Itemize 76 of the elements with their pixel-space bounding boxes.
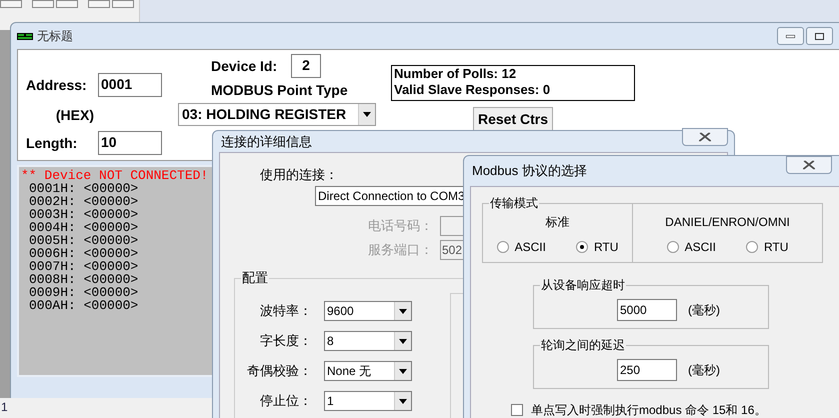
toolbar-button[interactable] bbox=[56, 0, 78, 8]
group-title: 传输模式 bbox=[489, 195, 539, 211]
register-row-text: 0001H: <00000> bbox=[29, 182, 140, 195]
device-id-label: Device Id: bbox=[211, 56, 278, 76]
dropdown-field[interactable]: None 无 bbox=[324, 361, 412, 381]
register-row-text: 0002H: <00000> bbox=[29, 195, 140, 208]
register-row-text: 0008H: <00000> bbox=[29, 273, 140, 286]
maximize-button[interactable] bbox=[806, 27, 833, 45]
connection-label: 使用的连接： bbox=[260, 166, 338, 184]
delay-field[interactable]: 250 bbox=[617, 359, 677, 381]
close-button[interactable] bbox=[682, 128, 728, 146]
dropdown-field[interactable]: 1 bbox=[324, 391, 412, 411]
device-id-field[interactable]: 2 bbox=[291, 54, 321, 78]
radio-button[interactable]: ASCII bbox=[496, 238, 546, 256]
toolbar-button[interactable] bbox=[112, 0, 134, 8]
caret-icon bbox=[399, 368, 407, 374]
dialog-title: Modbus 协议的选择 bbox=[472, 162, 587, 180]
register-row-text: 0003H: <00000> bbox=[29, 208, 140, 221]
point-type-label: MODBUS Point Type bbox=[211, 81, 349, 100]
status-text: 1 bbox=[1, 400, 8, 414]
app-icon bbox=[17, 32, 33, 40]
toolbar-button[interactable] bbox=[32, 0, 54, 8]
hex-label: (HEX) bbox=[56, 108, 94, 122]
toolbar-button[interactable] bbox=[88, 0, 110, 8]
minimize-icon bbox=[786, 34, 795, 38]
dropdown-field[interactable]: 9600 bbox=[324, 301, 412, 321]
restore-icon bbox=[815, 32, 824, 40]
close-icon bbox=[803, 160, 815, 170]
timeout-field[interactable]: 5000 bbox=[617, 299, 677, 321]
address-label: Address: bbox=[26, 76, 88, 95]
register-row-text: 0009H: <00000> bbox=[29, 286, 140, 299]
register-row-text: 0006H: <00000> bbox=[29, 247, 140, 260]
group-title: 从设备响应超时 bbox=[540, 277, 626, 293]
radio-button[interactable]: RTU bbox=[576, 238, 618, 256]
caret-icon bbox=[363, 112, 371, 117]
caret-icon bbox=[399, 308, 407, 314]
radio-button[interactable]: ASCII bbox=[666, 238, 716, 256]
point-type-dropdown[interactable]: 03: HOLDING REGISTER bbox=[178, 103, 376, 126]
polls-count: Number of Polls: 12 bbox=[394, 66, 518, 82]
radio-button[interactable]: RTU bbox=[746, 238, 788, 256]
unit-label: (毫秒) bbox=[688, 302, 720, 319]
dropdown-arrow-button[interactable] bbox=[394, 302, 411, 320]
register-row-text: 0005H: <00000> bbox=[29, 234, 140, 247]
mode-heading: 标准 bbox=[546, 214, 570, 230]
setting-label: 奇偶校验： bbox=[246, 362, 313, 380]
caret-icon bbox=[399, 338, 407, 344]
dialog-title: 连接的详细信息 bbox=[221, 132, 312, 150]
dropdown-field[interactable]: 8 bbox=[324, 331, 412, 351]
toolbar-button[interactable] bbox=[0, 0, 22, 8]
phone-label: 电话号码： bbox=[368, 217, 434, 236]
mode-heading: DANIEL/ENRON/OMNI bbox=[665, 214, 790, 230]
setting-label: 字长度： bbox=[259, 332, 313, 350]
length-field[interactable]: 10 bbox=[98, 130, 162, 155]
force-command-checkbox[interactable]: 单点写入时强制执行modbus 命令 15和 16。 bbox=[511, 401, 839, 418]
register-row-text: 0007H: <00000> bbox=[29, 260, 140, 273]
group-title: 轮询之间的延迟 bbox=[540, 337, 626, 353]
address-field[interactable]: 0001 bbox=[98, 73, 162, 98]
reset-button[interactable]: Reset Ctrs bbox=[472, 107, 554, 131]
register-row-text: 0004H: <00000> bbox=[29, 221, 140, 234]
dropdown-arrow-button[interactable] bbox=[394, 392, 411, 410]
setting-label: 波特率： bbox=[259, 302, 313, 320]
connection-status: ** Device NOT CONNECTED! bbox=[21, 167, 210, 182]
group-title: 配置 bbox=[241, 270, 269, 286]
setting-label: 停止位： bbox=[259, 392, 313, 410]
dropdown-arrow-button[interactable] bbox=[394, 332, 411, 350]
unit-label: (毫秒) bbox=[688, 362, 720, 379]
window-title: 无标题 bbox=[37, 28, 73, 45]
port-label: 服务端口： bbox=[368, 241, 434, 260]
register-row-text: 000AH: <00000> bbox=[29, 299, 140, 312]
dropdown-arrow-button[interactable] bbox=[394, 362, 411, 380]
dropdown-arrow-button[interactable] bbox=[358, 104, 375, 125]
close-button[interactable] bbox=[786, 156, 832, 174]
length-label: Length: bbox=[26, 134, 78, 154]
responses-count: Valid Slave Responses: 0 bbox=[394, 82, 552, 98]
minimize-button[interactable] bbox=[777, 27, 804, 45]
close-icon bbox=[699, 132, 711, 142]
